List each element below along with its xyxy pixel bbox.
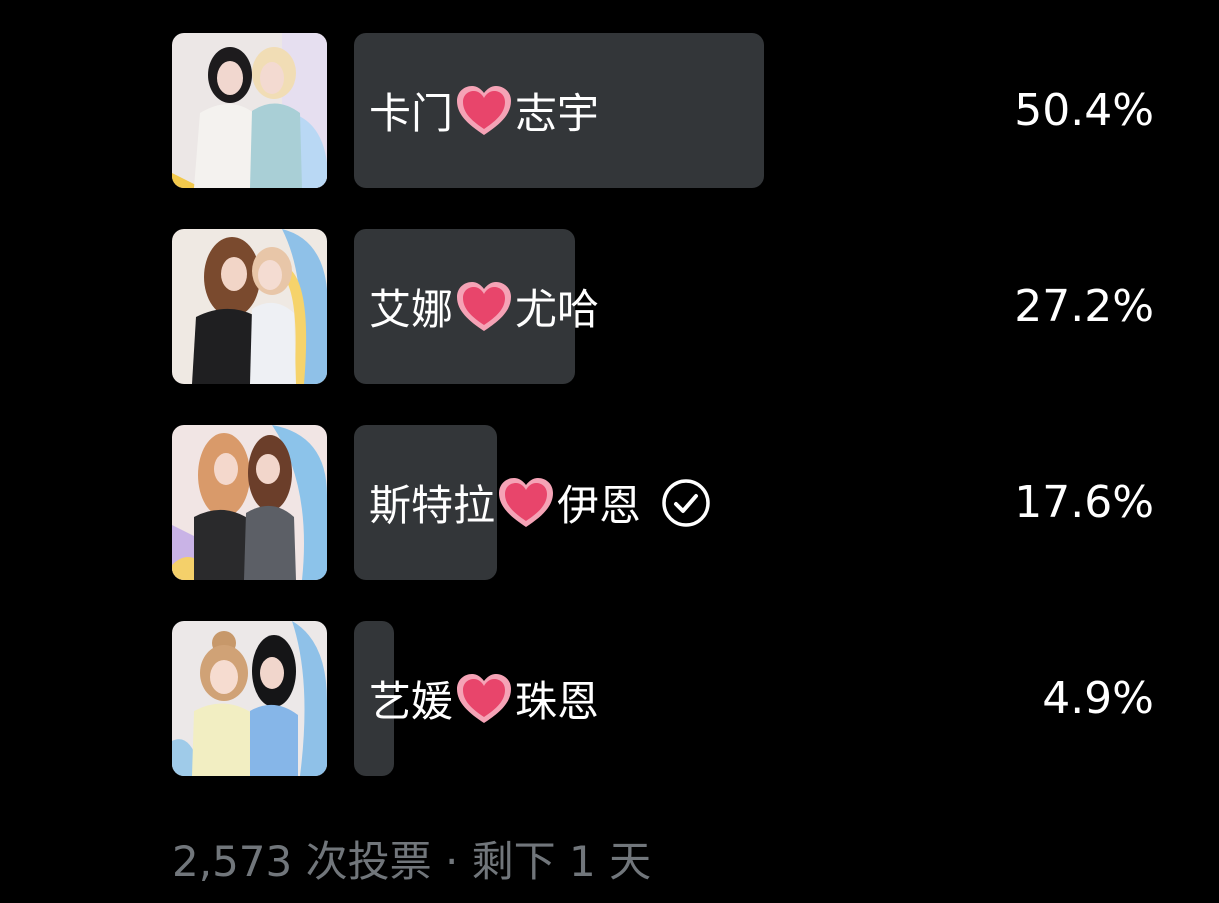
option-label-1: 卡门 志宇	[369, 33, 599, 188]
heart-icon	[499, 477, 554, 527]
poll-option-2[interactable]: 艾娜 尤哈 27.2%	[172, 229, 1162, 384]
option-left-name: 艾娜	[369, 285, 454, 334]
option-right-name: 志宇	[515, 89, 600, 138]
option-right-name: 伊恩	[557, 481, 642, 530]
option-thumbnail-1	[172, 33, 327, 188]
option-thumbnail-4	[172, 621, 327, 776]
heart-icon	[457, 673, 512, 723]
poll-option-3[interactable]: 斯特拉 伊恩 17.6%	[172, 425, 1162, 580]
option-right-name: 尤哈	[515, 285, 600, 334]
option-percent-4: 4.9%	[1042, 673, 1154, 724]
poll-option-4[interactable]: 艺媛 珠恩 4.9%	[172, 621, 1162, 776]
option-label-3: 斯特拉 伊恩	[369, 425, 711, 580]
option-left-name: 卡门	[369, 89, 454, 138]
poll: 卡门 志宇 50.4% 艾娜 尤哈 27.2% 斯特拉 伊恩 17.6% 艺媛 …	[172, 33, 1162, 817]
option-label-2: 艾娜 尤哈	[369, 229, 599, 384]
option-percent-1: 50.4%	[1014, 85, 1154, 136]
poll-option-1[interactable]: 卡门 志宇 50.4%	[172, 33, 1162, 188]
option-thumbnail-3	[172, 425, 327, 580]
poll-footer: 2,573 次投票 · 剩下 1 天	[172, 837, 652, 886]
option-percent-3: 17.6%	[1014, 477, 1154, 528]
option-left-name: 斯特拉	[369, 481, 496, 530]
option-thumbnail-2	[172, 229, 327, 384]
option-label-4: 艺媛 珠恩	[369, 621, 599, 776]
heart-icon	[457, 281, 512, 331]
option-right-name: 珠恩	[515, 677, 600, 726]
heart-icon	[457, 85, 512, 135]
check-circle-icon	[662, 478, 710, 527]
option-left-name: 艺媛	[369, 677, 454, 726]
option-percent-2: 27.2%	[1014, 281, 1154, 332]
